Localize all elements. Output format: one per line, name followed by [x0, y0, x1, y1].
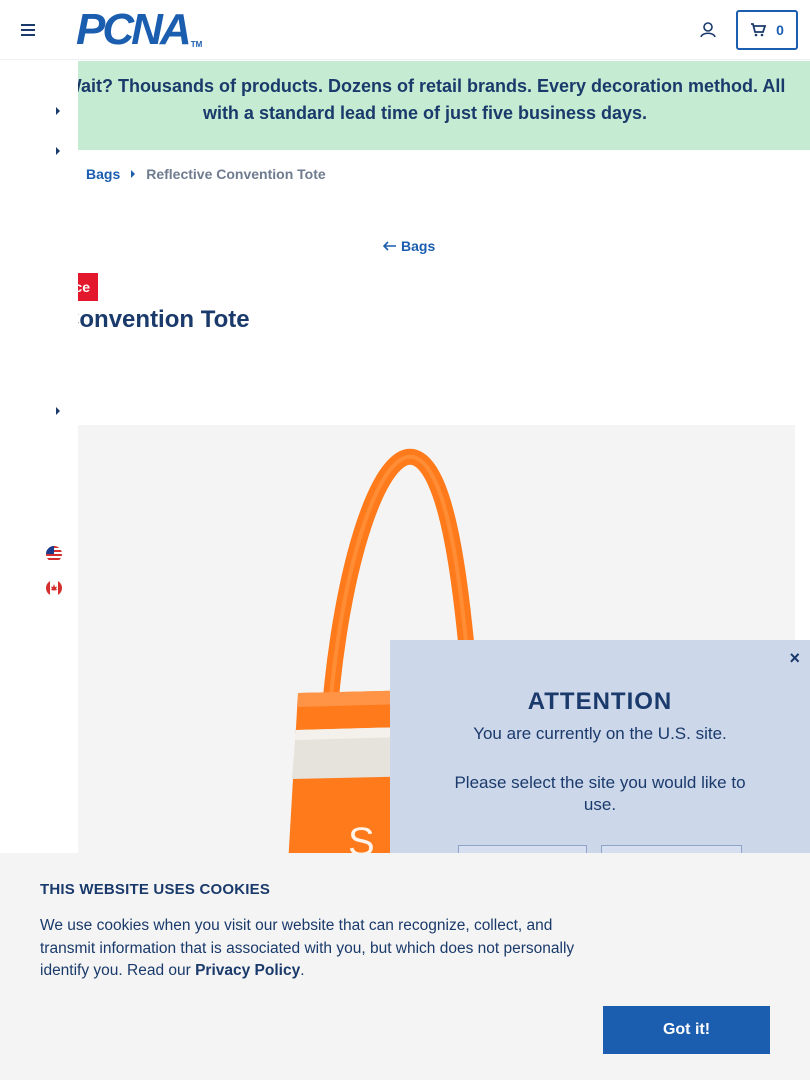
attention-title: ATTENTION	[527, 688, 673, 715]
cart-button[interactable]: 0	[736, 10, 798, 50]
logo-text: PCNA	[76, 5, 192, 54]
page: PCNA TM 0 Wait? Thousands of products. D…	[0, 0, 810, 1080]
hamburger-menu-icon[interactable]	[18, 20, 38, 40]
promo-line-1: Wait? Thousands of products. Dozens of r…	[64, 76, 786, 96]
close-icon[interactable]: ×	[789, 648, 800, 669]
breadcrumb-separator-icon	[131, 170, 136, 178]
cookie-period: .	[300, 962, 305, 979]
cart-count: 0	[776, 22, 784, 38]
breadcrumb: Bags Reflective Convention Tote	[86, 166, 326, 182]
cookie-text: We use cookies when you visit our websit…	[40, 915, 600, 983]
cookie-banner: THIS WEBSITE USES COOKIES We use cookies…	[0, 853, 810, 1080]
promo-banner-text: Wait? Thousands of products. Dozens of r…	[40, 73, 810, 127]
privacy-policy-link[interactable]: Privacy Policy	[195, 962, 300, 979]
product-title-wrap: Reflective Convention Tote	[30, 306, 430, 340]
cookie-accept-button[interactable]: Got it!	[603, 1006, 770, 1054]
arrow-left-icon	[383, 241, 396, 251]
promo-line-2: with a standard lead time of just five b…	[202, 103, 648, 123]
caret-right-icon[interactable]	[54, 146, 62, 156]
attention-select-text: Please select the site you would like to…	[454, 773, 746, 814]
cookie-title: THIS WEBSITE USES COOKIES	[40, 881, 271, 898]
us-flag-icon[interactable]	[46, 546, 62, 562]
back-to-bags-link[interactable]: Bags	[383, 238, 435, 254]
breadcrumb-current: Reflective Convention Tote	[146, 166, 326, 182]
promo-banner: Wait? Thousands of products. Dozens of r…	[0, 61, 810, 150]
cookie-body: We use cookies when you visit our websit…	[40, 917, 575, 979]
caret-right-icon[interactable]	[54, 106, 62, 116]
cart-icon	[751, 23, 767, 37]
pcna-logo[interactable]: PCNA TM	[76, 5, 203, 54]
canada-flag-icon[interactable]	[46, 580, 62, 596]
breadcrumb-bags-link[interactable]: Bags	[86, 166, 120, 182]
logo-trademark: TM	[190, 40, 203, 49]
site-header: PCNA TM 0	[0, 0, 810, 60]
back-link-label: Bags	[401, 238, 436, 254]
account-icon[interactable]	[698, 20, 718, 40]
side-menu-rail	[0, 61, 78, 853]
caret-right-icon[interactable]	[54, 406, 62, 416]
country-select-modal: × ATTENTION You are currently on the U.S…	[390, 640, 810, 885]
attention-current-site-text: You are currently on the U.S. site.	[473, 724, 727, 743]
svg-text:S: S	[348, 820, 375, 855]
